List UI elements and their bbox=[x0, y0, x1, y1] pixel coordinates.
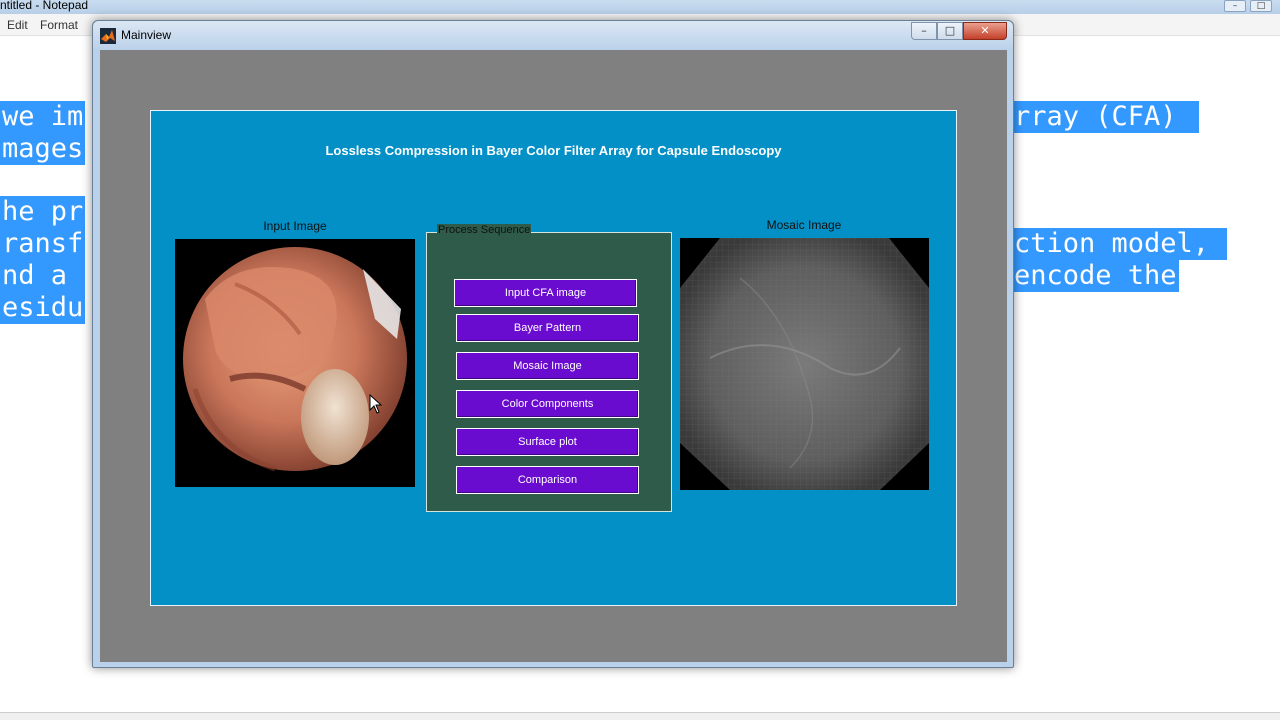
mosaic-output-image bbox=[680, 238, 929, 490]
mosaic-image-label: Mosaic Image bbox=[766, 218, 842, 232]
window-controls: – □ ✕ bbox=[911, 22, 1007, 40]
menu-format[interactable]: Format bbox=[40, 18, 78, 32]
mosaic-image-axes bbox=[680, 238, 929, 490]
matlab-logo-icon bbox=[100, 28, 116, 44]
notepad-text-line[interactable]: he pr bbox=[0, 196, 86, 228]
taskbar-edge bbox=[0, 712, 1280, 720]
input-image-axes bbox=[175, 239, 415, 487]
notepad-text-line[interactable]: encode the bbox=[1012, 260, 1179, 292]
app-title: Lossless Compression in Bayer Color Filt… bbox=[325, 143, 782, 158]
mainview-window: Mainview – □ ✕ Lossless Compression in B… bbox=[92, 20, 1014, 668]
comparison-button[interactable]: Comparison bbox=[456, 466, 639, 494]
notepad-title: ntitled - Notepad bbox=[0, 0, 89, 12]
close-button[interactable]: ✕ bbox=[963, 22, 1007, 40]
menu-edit[interactable]: Edit bbox=[7, 18, 28, 32]
process-sequence-title: Process Sequence bbox=[437, 224, 532, 236]
mouse-pointer-icon bbox=[369, 394, 383, 414]
color-components-button[interactable]: Color Components bbox=[456, 390, 639, 418]
minimize-button[interactable]: – bbox=[911, 22, 937, 40]
maximize-button[interactable]: □ bbox=[937, 22, 963, 40]
notepad-text-line[interactable]: nd a bbox=[0, 260, 86, 292]
notepad-text-line[interactable]: mages bbox=[0, 133, 86, 165]
input-cfa-image-button[interactable]: Input CFA image bbox=[454, 279, 637, 307]
figure-panel: Lossless Compression in Bayer Color Filt… bbox=[150, 110, 957, 606]
endoscopy-input-image bbox=[183, 247, 407, 472]
window-title: Mainview bbox=[121, 28, 172, 42]
window-titlebar[interactable]: Mainview – □ ✕ bbox=[93, 21, 1013, 49]
notepad-titlebar: ntitled - Notepad – □ bbox=[0, 0, 1280, 14]
notepad-text-line[interactable]: ransf bbox=[0, 228, 86, 260]
notepad-maximize-button[interactable]: □ bbox=[1250, 0, 1272, 12]
process-sequence-panel: Process Sequence Input CFA image Bayer P… bbox=[426, 224, 672, 512]
notepad-text-line[interactable]: ction model, bbox=[1012, 228, 1228, 260]
notepad-window-controls: – □ bbox=[1224, 0, 1272, 12]
surface-plot-button[interactable]: Surface plot bbox=[456, 428, 639, 456]
figure-client-area: Lossless Compression in Bayer Color Filt… bbox=[100, 50, 1007, 662]
input-image-label: Input Image bbox=[263, 219, 327, 233]
notepad-text-line[interactable]: we im bbox=[0, 101, 86, 133]
notepad-text-line[interactable]: rray (CFA) bbox=[1012, 101, 1199, 133]
mosaic-image-button[interactable]: Mosaic Image bbox=[456, 352, 639, 380]
notepad-minimize-button[interactable]: – bbox=[1224, 0, 1246, 12]
bayer-pattern-button[interactable]: Bayer Pattern bbox=[456, 314, 639, 342]
notepad-text-line[interactable]: esidu bbox=[0, 292, 86, 324]
